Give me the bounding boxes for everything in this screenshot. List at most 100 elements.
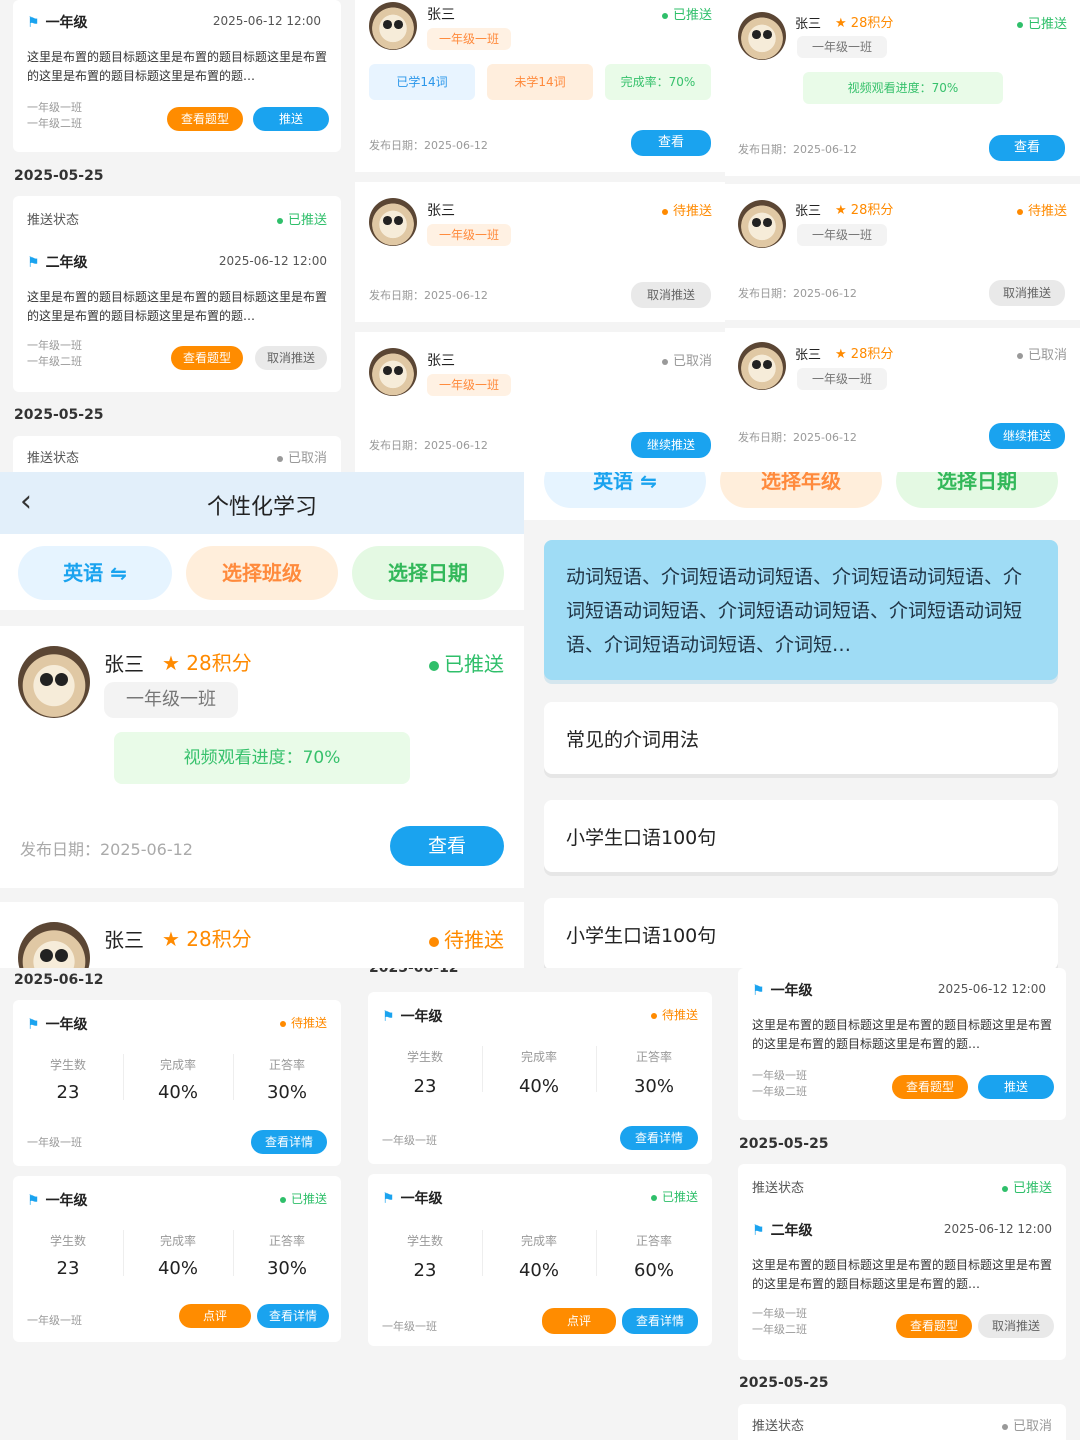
avatar	[738, 342, 786, 390]
completion-label: 完成率	[520, 1234, 557, 1248]
class-name: 一年级二班	[27, 117, 82, 130]
filter-bar: 英语 ⇋ 选择年级 选择日期	[524, 472, 1080, 520]
view-details-button[interactable]: 查看详情	[620, 1126, 698, 1150]
cancel-push-button[interactable]: 取消推送	[631, 282, 711, 308]
view-details-button[interactable]: 查看详情	[622, 1308, 698, 1334]
comment-button[interactable]: 点评	[179, 1304, 251, 1328]
view-button[interactable]: 查看	[390, 826, 504, 866]
subject-selector[interactable]: 英语 ⇋	[544, 472, 706, 508]
view-button[interactable]: 查看	[631, 130, 711, 156]
grade-label: 二年级	[45, 255, 88, 271]
status-badge: 已推送	[650, 1188, 698, 1205]
student-name: 张三	[795, 204, 822, 219]
status-badge: 待推送	[650, 1006, 698, 1023]
flag-icon: ⚑	[752, 983, 765, 999]
assignment-card: 推送状态 已推送 ⚑ 二年级 2025-06-12 12:00 这里是布置的题目标…	[13, 196, 341, 392]
push-button[interactable]: 推送	[253, 107, 329, 131]
lesson-item[interactable]: 小学生口语100句	[544, 800, 1058, 872]
avatar	[369, 2, 417, 50]
stats-card: ⚑ 一年级 待推送 学生数 完成率 正答率 23 40% 30% 一年级一班 查看…	[13, 1000, 341, 1166]
grade-label: 二年级	[770, 1223, 813, 1239]
student-card: 张三 ★ 28积分 待推送	[0, 902, 524, 968]
cancel-push-button[interactable]: 取消推送	[989, 280, 1065, 306]
view-types-button[interactable]: 查看题型	[167, 107, 243, 131]
class-name: 一年级一班	[382, 1134, 437, 1147]
class-tag: 一年级一班	[797, 224, 887, 246]
status-badge: 已取消	[661, 350, 712, 369]
class-name: 一年级二班	[752, 1323, 807, 1336]
lesson-panel: 英语 ⇋ 选择年级 选择日期 动词短语、介词短语动词短语、介词短语动词短语、介词…	[524, 472, 1080, 968]
view-types-button[interactable]: 查看题型	[892, 1075, 968, 1099]
avatar	[369, 348, 417, 396]
student-name: 张三	[427, 203, 455, 219]
status-badge: 已推送	[276, 209, 327, 228]
date-header: 2025-05-25	[14, 168, 104, 184]
class-tag: 一年级一班	[797, 36, 887, 58]
class-tag: 一年级一班	[427, 224, 511, 246]
publish-date: 发布日期：2025-06-12	[20, 840, 193, 859]
lesson-featured[interactable]: 动词短语、介词短语动词短语、介词短语动词短语、介词短语动词短语、介词短语动词短语…	[544, 540, 1058, 680]
swap-icon: ⇋	[110, 561, 127, 585]
flag-icon: ⚑	[382, 1009, 395, 1025]
personalized-learning-panel: ‹ 个性化学习 英语 ⇋ 选择班级 选择日期 张三 ★ 28积分 一年级一班 已…	[0, 472, 524, 968]
completion-value: 40%	[518, 1076, 559, 1097]
accuracy-value: 60%	[633, 1260, 674, 1281]
video-progress-pill: 视频观看进度：70%	[803, 72, 1003, 104]
student-name: 张三	[104, 652, 144, 676]
student-card: 张三 ★ 28积分 一年级一班 已推送 视频观看进度：70% 发布日期：2025…	[0, 626, 524, 888]
subject-selector[interactable]: 英语 ⇋	[18, 546, 172, 600]
push-status-label: 推送状态	[27, 451, 80, 466]
cancel-push-button[interactable]: 取消推送	[978, 1314, 1054, 1338]
student-card: 张三 ★ 28积分 一年级一班 待推送 发布日期：2025-06-12 取消推送	[725, 184, 1080, 320]
avatar	[369, 198, 417, 246]
date-header: 2025-06-12	[14, 972, 104, 988]
students-value: 23	[413, 1076, 437, 1097]
students-value: 23	[56, 1082, 80, 1103]
class-tag: 一年级一班	[104, 682, 238, 718]
lesson-item[interactable]: 常见的介词用法	[544, 702, 1058, 774]
class-name: 一年级二班	[27, 355, 82, 368]
status-badge: 已推送	[1001, 1177, 1052, 1196]
assignment-description: 这里是布置的题目标题这里是布置的题目标题这里是布置的这里是布置的题目标题这里是布…	[752, 1018, 1052, 1051]
points: 28积分	[186, 651, 252, 675]
status-badge: 待推送	[1016, 200, 1067, 219]
students-label: 学生数	[49, 1234, 86, 1248]
stats-card: ⚑ 一年级 已推送 学生数 完成率 正答率 23 40% 60% 一年级一班 点评…	[368, 1174, 712, 1346]
view-types-button[interactable]: 查看题型	[896, 1314, 972, 1338]
cancel-push-button[interactable]: 取消推送	[255, 346, 327, 370]
accuracy-label: 正答率	[635, 1234, 672, 1248]
completion-value: 40%	[157, 1258, 198, 1279]
comment-button[interactable]: 点评	[542, 1308, 616, 1334]
select-date-button[interactable]: 选择日期	[896, 472, 1058, 508]
select-date-button[interactable]: 选择日期	[352, 546, 504, 600]
view-types-button[interactable]: 查看题型	[171, 346, 243, 370]
completion-value: 40%	[518, 1260, 559, 1281]
select-grade-button[interactable]: 选择年级	[720, 472, 882, 508]
view-details-button[interactable]: 查看详情	[257, 1304, 329, 1328]
view-details-button[interactable]: 查看详情	[251, 1130, 327, 1154]
filter-bar: 英语 ⇋ 选择班级 选择日期	[0, 534, 524, 610]
swap-icon: ⇋	[640, 472, 657, 493]
status-badge: 已推送	[429, 648, 504, 677]
push-button[interactable]: 推送	[978, 1075, 1054, 1099]
bottom-middle-panel: 2025-06-12 ⚑ 一年级 待推送 学生数 完成率 正答率 23 40% 3…	[355, 968, 725, 1440]
top-right-panel: 张三 ★ 28积分 一年级一班 已推送 视频观看进度：70% 发布日期：2025…	[725, 0, 1080, 472]
status-badge: 已推送	[661, 4, 712, 23]
continue-push-button[interactable]: 继续推送	[989, 423, 1065, 449]
avatar	[18, 646, 90, 718]
status-badge: 已取消	[276, 447, 327, 466]
accuracy-value: 30%	[633, 1076, 674, 1097]
students-label: 学生数	[49, 1058, 86, 1072]
star-icon: ★	[835, 347, 847, 362]
assignment-description: 这里是布置的题目标题这里是布置的题目标题这里是布置的这里是布置的题目标题这里是布…	[27, 50, 327, 83]
points: 28积分	[186, 927, 252, 951]
class-name: 一年级一班	[27, 1136, 82, 1149]
accuracy-label: 正答率	[268, 1058, 305, 1072]
grade-label: 一年级	[770, 983, 813, 999]
grade-label: 一年级	[400, 1009, 443, 1025]
select-class-button[interactable]: 选择班级	[186, 546, 338, 600]
continue-push-button[interactable]: 继续推送	[631, 432, 711, 458]
lesson-item[interactable]: 小学生口语100句	[544, 898, 1058, 968]
view-button[interactable]: 查看	[989, 135, 1065, 161]
assignment-card: 推送状态 已取消	[738, 1404, 1066, 1440]
